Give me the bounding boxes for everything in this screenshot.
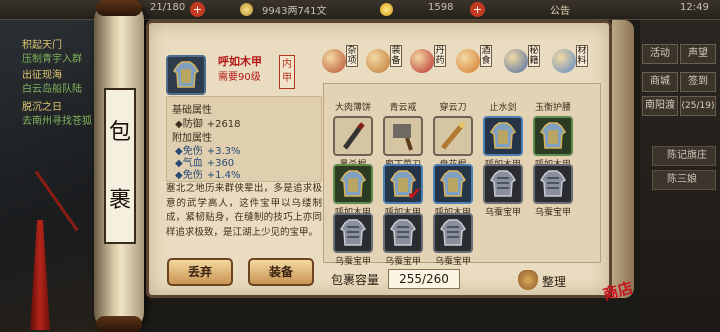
grid-item-label: 乌蚕宝甲: [534, 208, 571, 218]
category-tab-label: 杂项: [346, 45, 358, 67]
silk-armor-icon[interactable]: [383, 213, 423, 253]
item-slot-badge: 内甲: [279, 55, 295, 89]
quest-title[interactable]: 脱沉之日: [22, 98, 62, 113]
silk-armor-icon[interactable]: [533, 164, 573, 204]
category-tab-label: 材料: [576, 45, 588, 67]
quest-desc: 压制青宇入群: [22, 54, 82, 65]
clock: 12:49: [680, 2, 709, 13]
grid-item-label: 乌蚕宝甲: [384, 257, 421, 267]
location-count: (25/19): [680, 96, 716, 116]
money-bag-icon: [518, 270, 538, 290]
add-energy-button[interactable]: +: [190, 2, 205, 17]
reputation-button[interactable]: 声望: [680, 44, 716, 64]
grid-item-label: 穿云刀: [439, 103, 467, 113]
dark-staff-icon[interactable]: [333, 116, 373, 156]
cleaver-icon[interactable]: [383, 116, 423, 156]
grid-item-label: 乌蚕宝甲: [334, 257, 371, 267]
quest-title[interactable]: 积起天门: [22, 36, 62, 51]
location-label: 南阳渡: [642, 96, 678, 116]
item-description: 塞北之地历来群侠辈出，多是追求极意的武学高人，这件宝甲以乌缕制成，紧韧贴身，在缝…: [166, 183, 322, 238]
capacity-label: 包裹容量: [331, 273, 380, 287]
category-tab[interactable]: 装备: [366, 45, 406, 79]
npc-list-item[interactable]: 陈三娘: [652, 170, 716, 190]
armor-icon[interactable]: [533, 116, 573, 156]
activity-button[interactable]: 活动: [642, 44, 678, 64]
quest-desc: 去南州寻找苍狐: [22, 116, 92, 127]
category-tab[interactable]: 材料: [552, 45, 592, 79]
selected-check-icon: ✔: [407, 184, 423, 205]
quest-title[interactable]: 出征现海: [22, 66, 62, 81]
scroll-cap-top: [96, 0, 142, 16]
category-tab-label: 丹药: [434, 45, 446, 67]
armor-icon[interactable]: [433, 164, 473, 204]
category-tab-label: 秘籍: [528, 45, 540, 67]
gold-ingot-icon: [380, 3, 393, 16]
panel-frame: [612, 20, 634, 298]
category-tab[interactable]: 丹药: [410, 45, 450, 79]
silver-counter: 9943两741文: [262, 6, 327, 17]
checkin-button[interactable]: 签到: [680, 72, 716, 92]
mall-button[interactable]: 商城: [642, 72, 678, 92]
armor-icon: [166, 55, 206, 95]
sort-button-label: 整理: [542, 275, 567, 289]
armor-icon[interactable]: [483, 116, 523, 156]
category-tab-icon: [366, 49, 390, 73]
flower-staff-icon[interactable]: [433, 116, 473, 156]
energy-counter: 21/180: [150, 2, 186, 13]
stat-row: ◆防御 +2618: [175, 115, 241, 130]
equip-button[interactable]: 装备: [248, 258, 314, 286]
grid-item-label: 乌蚕宝甲: [484, 208, 521, 218]
stat-key: ◆免伤: [175, 170, 203, 181]
item-level-requirement: 需要90级: [218, 72, 261, 83]
capacity-value: 255/260: [388, 269, 460, 289]
inventory-title-char: 包: [108, 120, 131, 145]
category-tab-icon: [504, 49, 528, 73]
item-stats-panel: 基础属性 ◆防御 +2618 附加属性 ◆免伤 +3.3% ◆气血 +360 ◆免伤 +…: [166, 96, 322, 182]
gold-counter: 1598: [428, 2, 454, 13]
silk-armor-icon[interactable]: [333, 213, 373, 253]
discard-button[interactable]: 丢弃: [167, 258, 233, 286]
category-tab-label: 装备: [390, 45, 402, 67]
category-tab[interactable]: 酒食: [456, 45, 496, 79]
category-tab-icon: [322, 49, 346, 73]
category-tab-label: 酒食: [480, 45, 492, 67]
silk-armor-icon[interactable]: [433, 213, 473, 253]
inventory-title-plaque: 包 裹: [104, 88, 136, 244]
category-tab-icon: [410, 49, 434, 73]
grid-item-label: 青云戒: [389, 103, 417, 113]
inventory-title-char: 裹: [108, 188, 131, 213]
sort-button[interactable]: 整理: [518, 270, 574, 292]
silk-armor-icon[interactable]: [483, 164, 523, 204]
add-gold-button[interactable]: +: [470, 2, 485, 17]
stat-row: ◆免伤 +1.4%: [175, 166, 241, 181]
grid-item-label: 大肉薄饼: [334, 103, 371, 113]
item-name: 呼如木甲: [218, 55, 262, 68]
npc-list-item[interactable]: 陈记旗庄: [652, 146, 716, 166]
grid-item-label: 乌蚕宝甲: [434, 257, 471, 267]
stat-value: +1.4%: [206, 170, 241, 181]
category-tab[interactable]: 秘籍: [504, 45, 544, 79]
grid-item-label: 玉衡护腰: [534, 103, 571, 113]
silver-coin-icon: [240, 3, 253, 16]
category-tab-icon: [456, 49, 480, 73]
grid-item-label: 止水剑: [489, 103, 517, 113]
base-stats-header: 基础属性: [172, 105, 212, 116]
scroll-cap-bottom: [96, 316, 142, 332]
notice-button[interactable]: 公告: [550, 2, 570, 17]
category-tab[interactable]: 杂项: [322, 45, 362, 79]
category-tab-icon: [552, 49, 576, 73]
quest-desc: 白云岛船队陆: [22, 84, 82, 95]
armor-icon[interactable]: [333, 164, 373, 204]
